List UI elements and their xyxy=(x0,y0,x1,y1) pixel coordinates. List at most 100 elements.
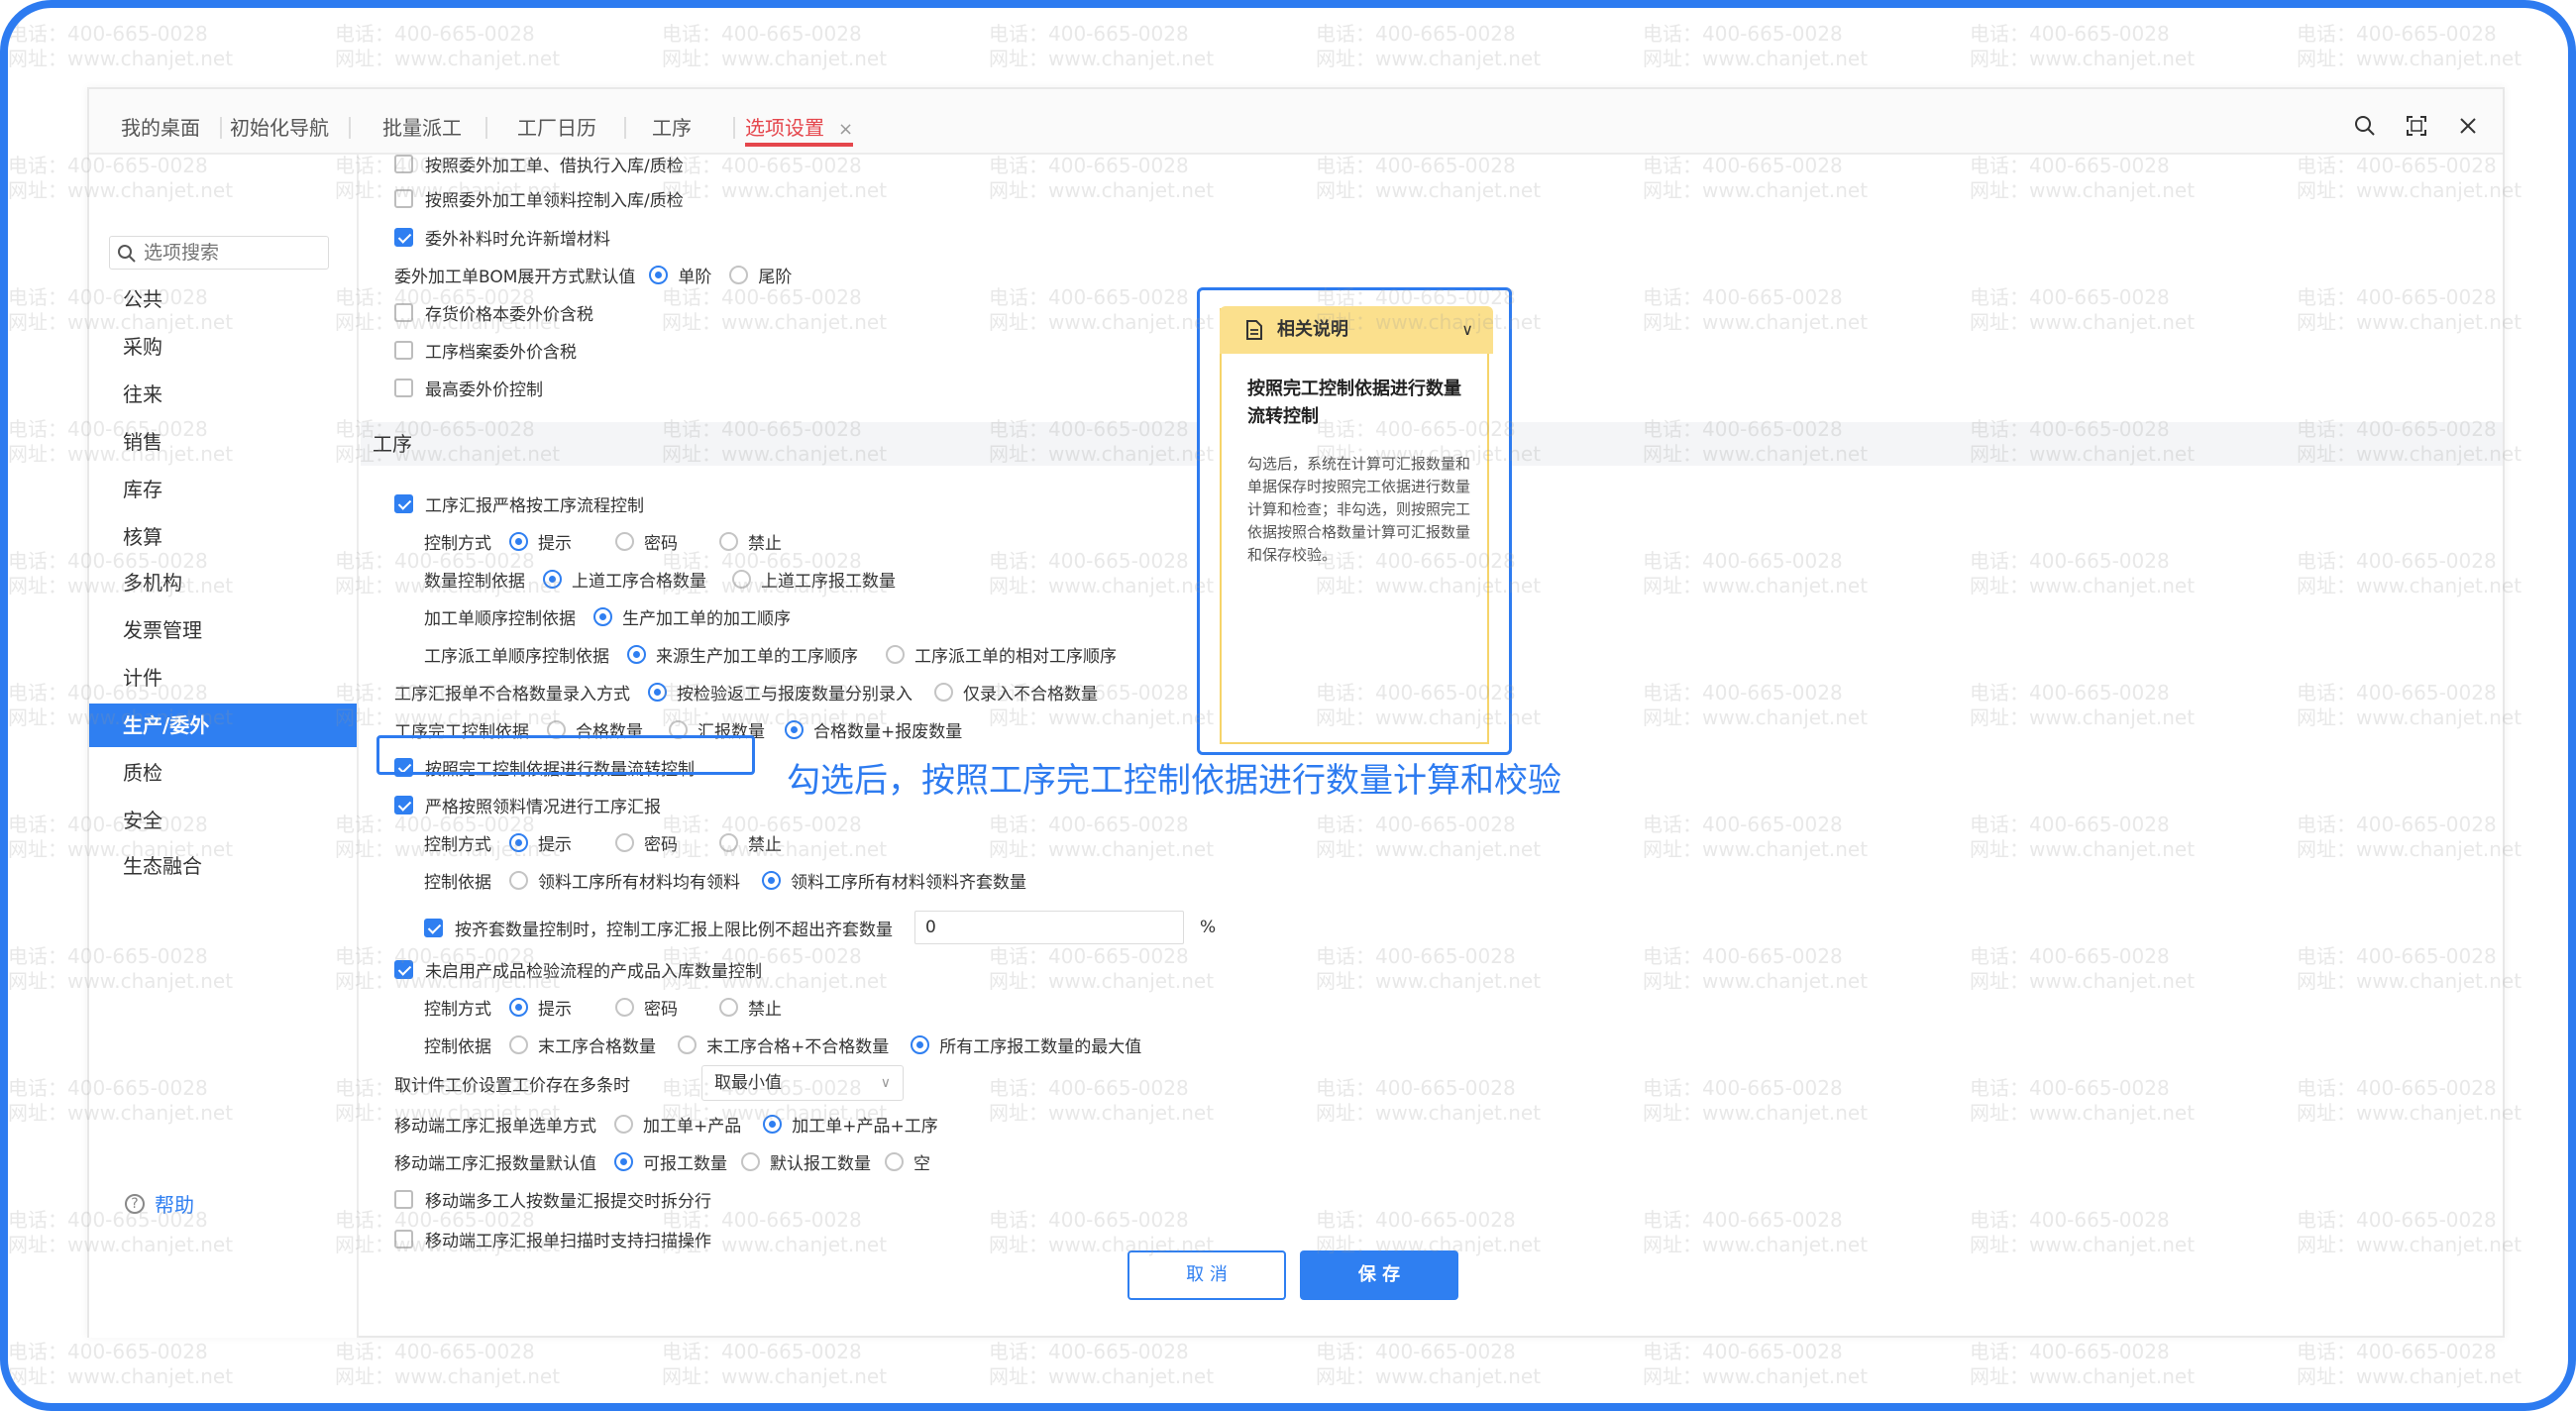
checkbox-checked[interactable] xyxy=(394,493,413,513)
radio-option[interactable]: 末工序合格数量 xyxy=(509,1032,656,1057)
radio-option[interactable]: 合格数量+报废数量 xyxy=(785,717,962,742)
radio-option[interactable]: 禁止 xyxy=(719,995,782,1020)
radio[interactable] xyxy=(934,682,953,702)
radio-selected[interactable] xyxy=(614,1151,633,1171)
sidebar-item-sales[interactable]: 销售 xyxy=(89,420,357,464)
radio-option[interactable]: 末工序合格+不合格数量 xyxy=(678,1032,889,1057)
sidebar-item-accounts[interactable]: 往来 xyxy=(89,373,357,416)
radio-option[interactable]: 密码 xyxy=(615,995,678,1020)
radio[interactable] xyxy=(885,1151,904,1171)
radio-option[interactable]: 领料工序所有材料领料齐套数量 xyxy=(762,868,1026,893)
sidebar-item-invoice[interactable]: 发票管理 xyxy=(89,608,357,652)
kit-limit-ratio-input[interactable]: 0 xyxy=(914,911,1184,944)
radio-selected[interactable] xyxy=(627,644,646,664)
tab-process[interactable]: 工序 xyxy=(652,109,692,147)
radio-option[interactable]: 空 xyxy=(885,1149,930,1174)
radio-option[interactable]: 上道工序报工数量 xyxy=(732,567,896,592)
tab-init-guide[interactable]: 初始化导航 xyxy=(230,109,329,147)
radio-selected[interactable] xyxy=(593,606,612,626)
radio-option[interactable]: 加工单+产品 xyxy=(614,1112,741,1137)
radio[interactable] xyxy=(614,1114,633,1134)
checkbox-checked[interactable] xyxy=(394,959,413,979)
radio[interactable] xyxy=(732,569,751,589)
sidebar-item-security[interactable]: 安全 xyxy=(89,799,357,842)
radio[interactable] xyxy=(509,1034,528,1054)
radio[interactable] xyxy=(741,1151,760,1171)
radio-option[interactable]: 仅录入不合格数量 xyxy=(934,680,1098,705)
sidebar-item-ecosystem[interactable]: 生态融合 xyxy=(89,844,357,888)
radio-option[interactable]: 领料工序所有材料均有领料 xyxy=(509,868,740,893)
radio[interactable] xyxy=(719,997,738,1017)
radio-option[interactable]: 提示 xyxy=(509,995,572,1020)
radio-selected[interactable] xyxy=(509,832,528,852)
radio-option[interactable]: 可报工数量 xyxy=(614,1149,727,1174)
help-link[interactable]: ? 帮助 xyxy=(125,1189,194,1218)
tab-my-desktop[interactable]: 我的桌面 xyxy=(121,109,200,147)
radio-selected[interactable] xyxy=(543,569,562,589)
radio-selected[interactable] xyxy=(762,870,781,890)
checkbox-checked[interactable] xyxy=(394,795,413,814)
radio-option[interactable]: 提示 xyxy=(509,529,572,554)
close-icon[interactable] xyxy=(2453,111,2483,141)
radio-selected[interactable] xyxy=(648,682,667,702)
checkbox-checked[interactable] xyxy=(424,918,443,937)
radio-option[interactable]: 密码 xyxy=(615,529,678,554)
radio-selected[interactable] xyxy=(649,265,669,284)
radio-selected[interactable] xyxy=(763,1114,783,1134)
radio-option[interactable]: 密码 xyxy=(615,830,678,855)
radio-selected[interactable] xyxy=(911,1034,930,1054)
radio[interactable] xyxy=(615,997,634,1017)
checkbox[interactable] xyxy=(394,340,413,360)
radio[interactable] xyxy=(678,1034,697,1054)
sidebar-item-production[interactable]: 生产/委外 xyxy=(89,704,357,747)
checkbox[interactable] xyxy=(394,1189,413,1209)
radio[interactable] xyxy=(615,531,634,551)
checkbox[interactable] xyxy=(394,1229,413,1248)
option-search-input[interactable] xyxy=(144,239,322,267)
radio-option[interactable]: 加工单+产品+工序 xyxy=(763,1112,938,1137)
chevron-down-icon[interactable]: ∨ xyxy=(1461,306,1473,354)
checkbox[interactable] xyxy=(394,188,413,208)
sidebar-item-inventory[interactable]: 库存 xyxy=(89,468,357,511)
sidebar-item-quality[interactable]: 质检 xyxy=(89,751,357,795)
tab-option-settings[interactable]: 选项设置 × xyxy=(745,109,854,147)
sidebar-item-common[interactable]: 公共 xyxy=(89,277,357,321)
checkbox[interactable] xyxy=(394,155,413,173)
radio[interactable] xyxy=(886,644,905,664)
radio-option[interactable]: 单阶 xyxy=(649,263,711,287)
radio-option[interactable]: 按检验返工与报废数量分别录入 xyxy=(648,680,912,705)
tab-batch-dispatch[interactable]: 批量派工 xyxy=(382,109,462,147)
checkbox[interactable] xyxy=(394,378,413,397)
search-icon[interactable] xyxy=(2350,111,2380,141)
radio-option[interactable]: 尾阶 xyxy=(729,263,792,287)
close-tab-icon[interactable]: × xyxy=(838,119,853,140)
sidebar-item-costing[interactable]: 核算 xyxy=(89,515,357,559)
radio-option[interactable]: 来源生产加工单的工序顺序 xyxy=(627,642,858,667)
sidebar-item-piecework[interactable]: 计件 xyxy=(89,656,357,700)
radio-option[interactable]: 禁止 xyxy=(719,830,782,855)
radio-option[interactable]: 生产加工单的加工顺序 xyxy=(593,604,791,629)
radio[interactable] xyxy=(719,832,738,852)
radio[interactable] xyxy=(729,265,749,284)
save-button[interactable]: 保 存 xyxy=(1300,1250,1458,1300)
radio-selected[interactable] xyxy=(509,997,528,1017)
radio-selected[interactable] xyxy=(509,531,528,551)
cancel-button[interactable]: 取 消 xyxy=(1127,1250,1286,1300)
radio-option[interactable]: 默认报工数量 xyxy=(741,1149,871,1174)
piece-price-select[interactable]: 取最小值 ∨ xyxy=(701,1065,904,1101)
radio[interactable] xyxy=(719,531,738,551)
info-panel-header[interactable]: 相关说明 ∨ xyxy=(1220,306,1493,354)
radio[interactable] xyxy=(509,870,528,890)
option-search-box[interactable] xyxy=(109,236,329,270)
fullscreen-icon[interactable] xyxy=(2402,111,2431,141)
sidebar-item-multi-org[interactable]: 多机构 xyxy=(89,561,357,604)
checkbox-checked[interactable] xyxy=(394,227,413,247)
radio[interactable] xyxy=(615,832,634,852)
radio-option[interactable]: 禁止 xyxy=(719,529,782,554)
tab-factory-calendar[interactable]: 工厂日历 xyxy=(517,109,596,147)
checkbox[interactable] xyxy=(394,302,413,322)
radio-option[interactable]: 所有工序报工数量的最大值 xyxy=(911,1032,1141,1057)
radio-selected[interactable] xyxy=(785,719,804,739)
radio-option[interactable]: 上道工序合格数量 xyxy=(543,567,706,592)
radio-option[interactable]: 工序派工单的相对工序顺序 xyxy=(886,642,1117,667)
